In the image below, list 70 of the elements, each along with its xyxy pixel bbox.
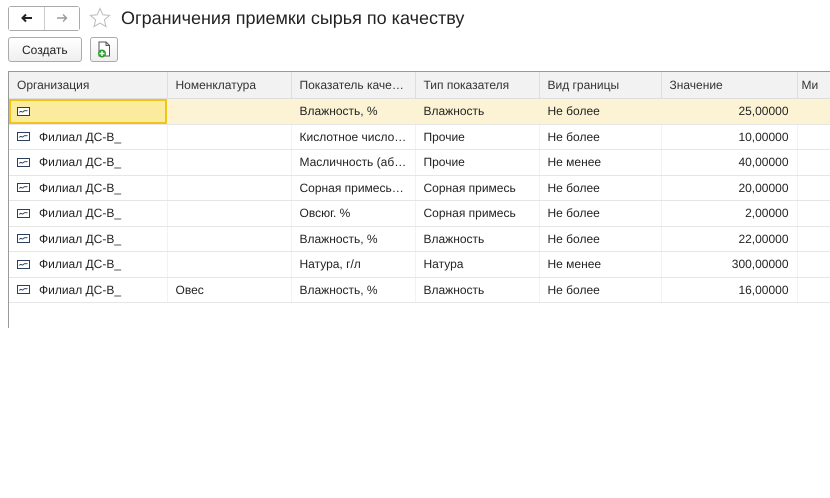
window-title: Ограничения приемки сырья по качеству (121, 8, 464, 28)
table-cell: 16,00000 (738, 282, 788, 297)
record-icon (17, 132, 30, 142)
table-cell: Влажность (424, 282, 484, 297)
table-cell: Прочие (424, 155, 465, 170)
table-cell: Сорная примесь (424, 206, 516, 220)
table-row[interactable]: Филиал ДС-В_ Сорная примесь… Сорная примесь Не более 20,00000 (9, 175, 830, 200)
table-cell: Влажность (424, 232, 484, 246)
arrow-left-icon (20, 13, 32, 23)
record-icon (17, 208, 30, 218)
column-header[interactable]: Номенклатура (167, 72, 291, 98)
add-document-icon (96, 41, 111, 58)
table-cell: 40,00000 (738, 155, 788, 170)
table-cell: Сорная примесь (424, 180, 516, 195)
table-cell: Влажность (424, 104, 484, 118)
record-icon (17, 285, 30, 294)
table-cell: 22,00000 (738, 232, 788, 246)
table-cell: Филиал ДС-В_ (39, 257, 122, 272)
table-cell: 10,00000 (738, 130, 788, 144)
new-document-button[interactable] (90, 37, 118, 62)
table-cell: Сорная примесь… (300, 180, 404, 195)
record-icon (17, 234, 30, 244)
table-cell: Филиал ДС-В_ (39, 206, 122, 220)
column-header[interactable]: Ми (797, 72, 830, 98)
table-cell: Не более (548, 232, 600, 246)
table-cell: Прочие (424, 130, 465, 144)
table-row[interactable]: Филиал ДС-В_ Натура, г/л Натура Не менее 300,00000 (9, 252, 830, 277)
table-cell: Не менее (548, 155, 602, 170)
column-header[interactable]: Организация (9, 72, 167, 98)
table-cell: Влажность, % (300, 282, 378, 297)
table-cell: 20,00000 (738, 180, 788, 195)
table-row[interactable]: Филиал ДС-В_ Масличность (аб… Прочие Не менее 40,00000 (9, 150, 830, 175)
table-cell: 25,00000 (738, 104, 788, 118)
table-cell: Не менее (548, 257, 602, 272)
table-cell: Натура, г/л (300, 257, 361, 272)
table-row[interactable]: Влажность, % Влажность Не более 25,00000 (9, 98, 830, 124)
table-row[interactable]: Филиал ДС-В_ Влажность, % Влажность Не более 22,00000 (9, 226, 830, 252)
table-cell: Влажность, % (300, 232, 378, 246)
table-cell: Филиал ДС-В_ (39, 130, 122, 144)
table-cell: Натура (424, 257, 464, 272)
record-icon (17, 183, 30, 192)
table-cell: Не более (548, 206, 600, 220)
column-header[interactable]: Значение (661, 72, 797, 98)
table-cell: 2,00000 (745, 206, 788, 220)
table-cell: Не более (548, 104, 600, 118)
record-icon (17, 260, 30, 269)
table-cell: Филиал ДС-В_ (39, 180, 122, 195)
create-button[interactable]: Создать (8, 37, 82, 62)
table-cell: Не более (548, 130, 600, 144)
table-cell: Овсюг. % (300, 206, 350, 220)
star-icon[interactable] (89, 7, 111, 29)
table-cell: 300,00000 (732, 257, 788, 272)
table-cell: Не более (548, 282, 600, 297)
table-row[interactable]: Филиал ДС-В_ Кислотное число… Прочие Не более 10,00000 (9, 124, 830, 150)
table-cell: Филиал ДС-В_ (39, 282, 122, 297)
table-cell: Кислотное число… (300, 130, 406, 144)
column-header[interactable]: Тип показателя (415, 72, 539, 98)
table-cell: Не более (548, 180, 600, 195)
column-header[interactable]: Показатель каче… (291, 72, 415, 98)
table-row[interactable]: Филиал ДС-В_ Овес Влажность, % Влажность Не более 16,00000 (9, 277, 830, 302)
record-icon (17, 158, 30, 167)
table-cell: Овес (176, 282, 204, 297)
record-icon (17, 106, 30, 116)
table-cell: Масличность (аб… (300, 155, 406, 170)
column-header[interactable]: Вид границы (539, 72, 661, 98)
arrow-right-icon (56, 13, 68, 23)
table-cell: Филиал ДС-В_ (39, 155, 122, 170)
table-row[interactable]: Филиал ДС-В_ Овсюг. % Сорная примесь Не более 2,00000 (9, 200, 830, 226)
table-cell: Филиал ДС-В_ (39, 232, 122, 246)
table-cell: Влажность, % (300, 104, 378, 118)
